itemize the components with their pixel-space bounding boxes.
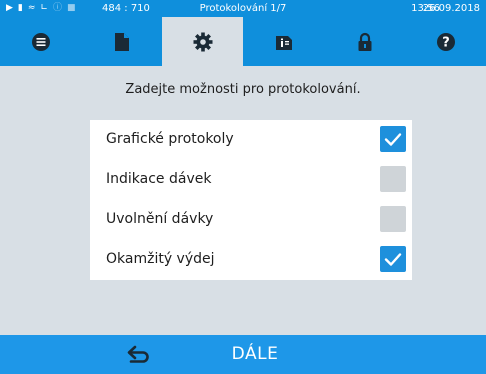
option-label: Okamžitý výdej	[106, 251, 215, 267]
instruction-text: Zadejte možnosti pro protokolování.	[125, 82, 361, 97]
checkbox-batch-release[interactable]	[380, 206, 406, 232]
next-button[interactable]: DÁLE	[200, 335, 310, 374]
tab-help[interactable]: ?	[405, 17, 486, 66]
checkbox-immediate-release[interactable]	[380, 246, 406, 272]
list-icon	[31, 32, 50, 51]
lock-icon	[358, 32, 371, 51]
tab-lock[interactable]	[324, 17, 405, 66]
checkbox-graphic-protocols[interactable]	[380, 126, 406, 152]
svg-text:?: ?	[442, 35, 450, 50]
info-card-icon	[275, 35, 292, 50]
option-row-immediate-release[interactable]: Okamžitý výdej	[90, 240, 412, 278]
checkmark-icon	[384, 253, 402, 266]
screen: ▶ ▮ ≈ ∟ ⓘ ■ 484 : 710 Protokolování 1/7 …	[0, 0, 486, 374]
status-bar: ▶ ▮ ≈ ∟ ⓘ ■ 484 : 710 Protokolování 1/7 …	[0, 0, 486, 17]
tab-info[interactable]	[243, 17, 324, 66]
option-row-graphic-protocols[interactable]: Grafické protokoly	[90, 120, 412, 158]
tab-bar: ?	[0, 17, 486, 66]
question-icon: ?	[436, 32, 455, 51]
document-icon	[114, 32, 129, 51]
option-label: Indikace dávek	[106, 171, 212, 187]
tab-settings[interactable]	[162, 17, 243, 66]
status-date: 26.09.2018	[422, 3, 480, 14]
back-arrow-icon	[127, 345, 149, 363]
option-row-batch-release[interactable]: Uvolnění dávky	[90, 200, 412, 238]
option-row-batch-indication[interactable]: Indikace dávek	[90, 160, 412, 198]
gear-icon	[193, 32, 212, 51]
tab-menu[interactable]	[0, 17, 81, 66]
tab-document[interactable]	[81, 17, 162, 66]
back-button[interactable]	[110, 335, 170, 374]
checkmark-icon	[384, 133, 402, 146]
option-label: Uvolnění dávky	[106, 211, 214, 227]
checkbox-batch-indication[interactable]	[380, 166, 406, 192]
options-panel: Grafické protokoly Indikace dávek Uvolně…	[90, 120, 412, 280]
footer-bar: DÁLE	[0, 335, 486, 374]
option-label: Grafické protokoly	[106, 131, 234, 147]
